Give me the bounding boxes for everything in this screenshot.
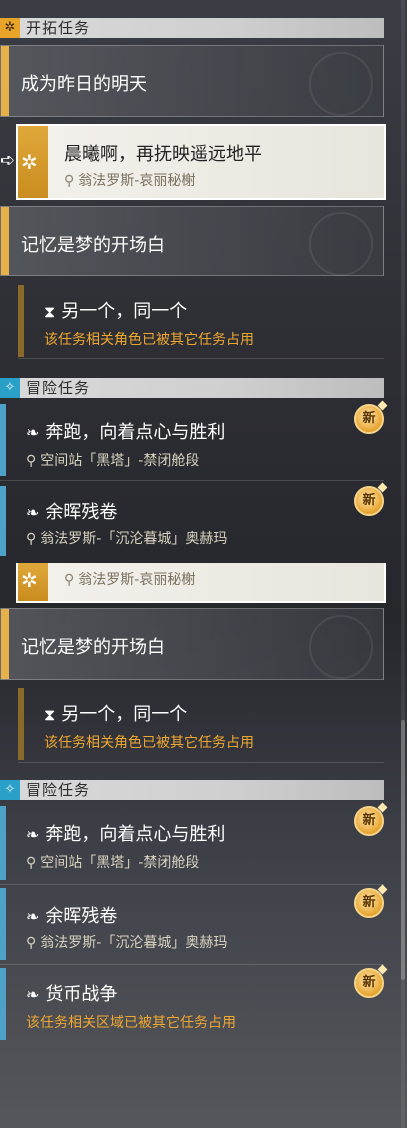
quest-card-1[interactable]: 成为昨日的明天	[0, 45, 384, 117]
quest-status: 该任务相关角色已被其它任务占用	[44, 735, 254, 751]
scrollbar-thumb[interactable]	[401, 720, 405, 980]
quest-location: 空间站「黑塔」-禁闭舱段	[40, 453, 200, 469]
quest-title: 另一个，同一个	[61, 704, 188, 725]
location-pin-icon: ⚲	[64, 572, 75, 588]
location-pin-icon: ⚲	[26, 855, 37, 871]
adventure-quest-2[interactable]: ❧ 余晖残卷 ⚲ 翁法罗斯-「沉沦暮城」奥赫玛 新	[0, 486, 384, 556]
adventure-quest-icon: ❧	[26, 423, 40, 442]
quest-card-selected[interactable]: ✲ 晨曦啊，再抚映遥远地平 ⚲ 翁法罗斯-哀丽秘榭	[16, 124, 386, 200]
trailblaze-emblem-icon: ✲	[18, 126, 48, 198]
quest-title: 奔跑，向着点心与胜利	[45, 824, 226, 845]
divider	[18, 762, 384, 763]
new-badge: 新	[354, 888, 384, 918]
quest-location: 翁法罗斯-哀丽秘榭	[78, 572, 196, 588]
quest-location: 翁法罗斯-哀丽秘榭	[78, 173, 196, 189]
quest-card-selected-partial[interactable]: ✲ ⚲ 翁法罗斯-哀丽秘榭	[16, 563, 386, 603]
quest-accent-bar	[1, 609, 9, 679]
quest-accent-bar	[0, 486, 6, 556]
adventure-quest-2-b[interactable]: ❧ 余晖残卷 ⚲ 翁法罗斯-「沉沦暮城」奥赫玛 新	[0, 888, 384, 960]
trailblaze-emblem-icon: ✲	[18, 563, 48, 601]
adventure-icon: ✧	[0, 378, 20, 398]
adventure-quest-icon: ❧	[26, 825, 40, 844]
section-header-adventure: ✧ 冒险任务	[0, 378, 384, 398]
location-pin-icon: ⚲	[64, 173, 75, 189]
adventure-icon: ✧	[0, 780, 20, 800]
quest-accent-bar	[18, 285, 24, 357]
new-badge: 新	[354, 486, 384, 516]
quest-title: 晨曦啊，再抚映遥远地平	[64, 144, 262, 165]
quest-location: 翁法罗斯-「沉沦暮城」奥赫玛	[40, 935, 228, 951]
location-pin-icon: ⚲	[26, 453, 37, 469]
quest-accent-bar	[0, 888, 6, 960]
adventure-quest-icon: ❧	[26, 985, 40, 1004]
adventure-quest-1[interactable]: ❧ 奔跑，向着点心与胜利 ⚲ 空间站「黑塔」-禁闭舱段 新	[0, 404, 384, 476]
adventure-quest-icon: ❧	[26, 907, 40, 926]
trailblaze-icon: ✲	[0, 18, 20, 38]
location-pin-icon: ⚲	[26, 935, 37, 951]
quest-location: 翁法罗斯-「沉沦暮城」奥赫玛	[40, 531, 228, 547]
location-pin-icon: ⚲	[26, 531, 37, 547]
quest-title: 成为昨日的明天	[21, 74, 147, 95]
quest-location: 空间站「黑塔」-禁闭舱段	[40, 855, 200, 871]
quest-card-3[interactable]: 记忆是梦的开场白	[0, 206, 384, 276]
new-badge: 新	[354, 806, 384, 836]
adventure-quest-1-b[interactable]: ❧ 奔跑，向着点心与胜利 ⚲ 空间站「黑塔」-禁闭舱段 新	[0, 806, 384, 880]
quest-accent-bar	[1, 46, 9, 116]
section-header-adventure-b: ✧ 冒险任务	[0, 780, 384, 800]
quest-accent-bar	[0, 404, 6, 476]
section-header-trailblaze: ✲ 开拓任务	[0, 18, 384, 38]
quest-status: 该任务相关角色已被其它任务占用	[44, 332, 254, 348]
quest-card-4-locked-b[interactable]: ⧗ 另一个，同一个 该任务相关角色已被其它任务占用	[18, 688, 384, 760]
quest-accent-bar	[0, 806, 6, 880]
quest-title: 货币战争	[45, 984, 118, 1005]
quest-accent-bar	[0, 968, 6, 1040]
divider	[0, 964, 384, 965]
adventure-quest-3-locked[interactable]: ❧ 货币战争 该任务相关区域已被其它任务占用 新	[0, 968, 384, 1040]
quest-card-3-b[interactable]: 记忆是梦的开场白	[0, 608, 384, 680]
quest-title: 余晖残卷	[45, 906, 118, 927]
divider	[0, 480, 384, 481]
adventure-quest-icon: ❧	[26, 503, 40, 522]
new-badge: 新	[354, 404, 384, 434]
quest-accent-bar	[18, 688, 24, 760]
quest-title: 余晖残卷	[45, 502, 118, 523]
quest-card-4-locked[interactable]: ⧗ 另一个，同一个 该任务相关角色已被其它任务占用	[18, 285, 384, 357]
scrollbar[interactable]	[401, 0, 405, 1128]
quest-status: 该任务相关区域已被其它任务占用	[26, 1015, 236, 1031]
quest-title: 记忆是梦的开场白	[21, 235, 165, 256]
divider	[0, 884, 384, 885]
hourglass-icon: ⧗	[44, 705, 56, 724]
divider	[18, 358, 384, 359]
quest-emblem-watermark	[309, 615, 373, 679]
quest-title: 奔跑，向着点心与胜利	[45, 422, 226, 443]
quest-title: 另一个，同一个	[61, 301, 188, 322]
quest-accent-bar	[1, 207, 9, 275]
quest-emblem-watermark	[309, 212, 373, 276]
selection-arrow-icon: ➪	[0, 150, 16, 171]
new-badge: 新	[354, 968, 384, 998]
quest-emblem-watermark	[309, 52, 373, 116]
quest-title: 记忆是梦的开场白	[21, 637, 165, 658]
hourglass-icon: ⧗	[44, 302, 56, 321]
